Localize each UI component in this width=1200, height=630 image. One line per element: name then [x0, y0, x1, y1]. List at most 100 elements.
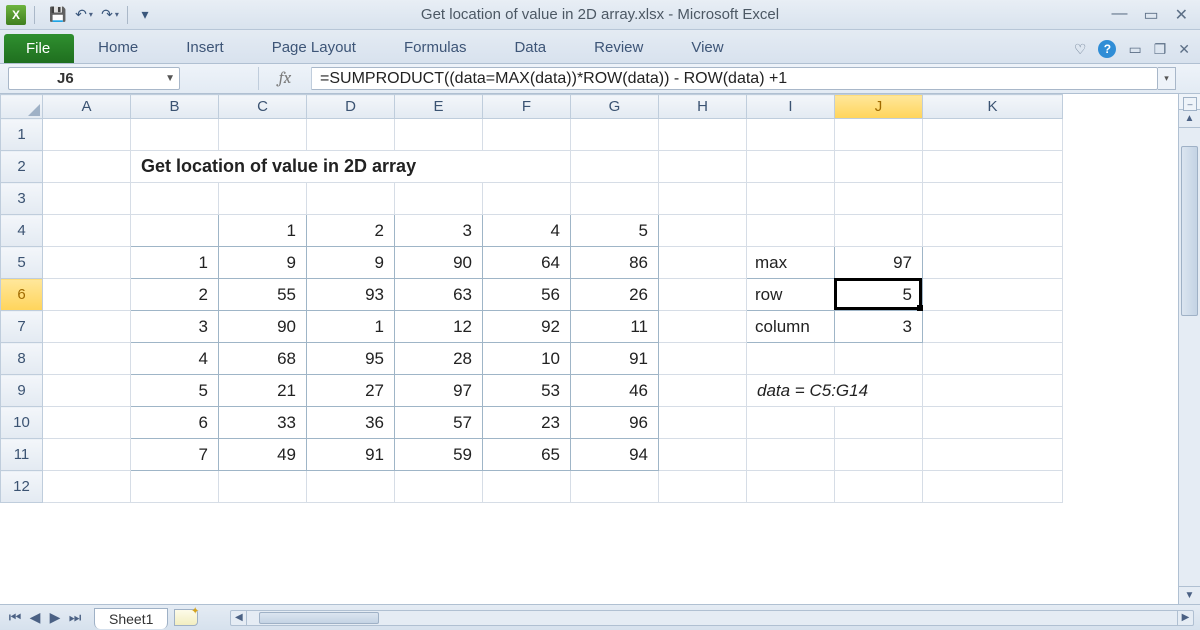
cell-A2[interactable] — [43, 151, 131, 183]
cell-F11[interactable]: 65 — [483, 439, 571, 471]
cell-J10[interactable] — [835, 407, 923, 439]
cell-C4[interactable]: 1 — [219, 215, 307, 247]
cell-E12[interactable] — [395, 471, 483, 503]
cell-H4[interactable] — [659, 215, 747, 247]
cell-H12[interactable] — [659, 471, 747, 503]
scroll-right-button[interactable]: ▶ — [1177, 611, 1193, 625]
cell-J12[interactable] — [835, 471, 923, 503]
cell-B2[interactable]: Get location of value in 2D array — [131, 151, 571, 183]
sheet-nav-prev[interactable]: ◀ — [26, 609, 44, 626]
cell-K12[interactable] — [923, 471, 1063, 503]
cell-D11[interactable]: 91 — [307, 439, 395, 471]
tab-review[interactable]: Review — [570, 32, 667, 63]
cell-B10[interactable]: 6 — [131, 407, 219, 439]
cell-J6[interactable]: 5 — [835, 279, 923, 311]
column-header-D[interactable]: D — [307, 95, 395, 119]
cell-B8[interactable]: 4 — [131, 343, 219, 375]
cell-I7[interactable]: column — [747, 311, 835, 343]
cell-J8[interactable] — [835, 343, 923, 375]
cell-G11[interactable]: 94 — [571, 439, 659, 471]
file-tab[interactable]: File — [4, 34, 74, 63]
cell-A12[interactable] — [43, 471, 131, 503]
row-header-1[interactable]: 1 — [1, 119, 43, 151]
cell-A7[interactable] — [43, 311, 131, 343]
sheet-nav-last[interactable]: ⏭ — [66, 609, 84, 626]
cell-H3[interactable] — [659, 183, 747, 215]
cell-E8[interactable]: 28 — [395, 343, 483, 375]
sheet-tab-active[interactable]: Sheet1 — [94, 608, 168, 629]
cell-B7[interactable]: 3 — [131, 311, 219, 343]
cell-D12[interactable] — [307, 471, 395, 503]
cell-K7[interactable] — [923, 311, 1063, 343]
cell-F10[interactable]: 23 — [483, 407, 571, 439]
cell-B6[interactable]: 2 — [131, 279, 219, 311]
formula-bar-expand-button[interactable]: ▾ — [1158, 67, 1176, 90]
cell-B3[interactable] — [131, 183, 219, 215]
cell-F8[interactable]: 10 — [483, 343, 571, 375]
cell-F1[interactable] — [483, 119, 571, 151]
name-box[interactable]: J6 ▼ — [8, 67, 180, 90]
row-header-6[interactable]: 6 — [1, 279, 43, 311]
cell-H6[interactable] — [659, 279, 747, 311]
tab-page-layout[interactable]: Page Layout — [248, 32, 380, 63]
column-header-I[interactable]: I — [747, 95, 835, 119]
cell-D7[interactable]: 1 — [307, 311, 395, 343]
cell-G5[interactable]: 86 — [571, 247, 659, 279]
cell-K8[interactable] — [923, 343, 1063, 375]
cell-B1[interactable] — [131, 119, 219, 151]
cell-F5[interactable]: 64 — [483, 247, 571, 279]
cell-C6[interactable]: 55 — [219, 279, 307, 311]
cell-G12[interactable] — [571, 471, 659, 503]
cell-E7[interactable]: 12 — [395, 311, 483, 343]
column-header-J[interactable]: J — [835, 95, 923, 119]
row-header-5[interactable]: 5 — [1, 247, 43, 279]
cell-C12[interactable] — [219, 471, 307, 503]
cell-D5[interactable]: 9 — [307, 247, 395, 279]
cell-G3[interactable] — [571, 183, 659, 215]
mdi-restore-button[interactable]: ❐ — [1154, 41, 1167, 58]
cell-D9[interactable]: 27 — [307, 375, 395, 407]
tab-data[interactable]: Data — [490, 32, 570, 63]
tab-home[interactable]: Home — [74, 32, 162, 63]
cell-A10[interactable] — [43, 407, 131, 439]
cell-I11[interactable] — [747, 439, 835, 471]
cell-J2[interactable] — [835, 151, 923, 183]
cell-A5[interactable] — [43, 247, 131, 279]
formula-input[interactable]: =SUMPRODUCT((data=MAX(data))*ROW(data)) … — [312, 67, 1158, 90]
row-header-4[interactable]: 4 — [1, 215, 43, 247]
cell-G6[interactable]: 26 — [571, 279, 659, 311]
window-minimize-button[interactable]: — — [1111, 5, 1127, 25]
cell-I10[interactable] — [747, 407, 835, 439]
cell-C7[interactable]: 90 — [219, 311, 307, 343]
vertical-scrollbar[interactable]: ▲ ▼ — [1178, 94, 1200, 604]
mdi-close-button[interactable]: ✕ — [1178, 41, 1190, 58]
cell-I5[interactable]: max — [747, 247, 835, 279]
help-button[interactable]: ? — [1098, 40, 1116, 58]
name-box-dropdown-icon[interactable]: ▼ — [165, 73, 175, 84]
column-header-A[interactable]: A — [43, 95, 131, 119]
cell-G2[interactable] — [571, 151, 659, 183]
sheet-nav-first[interactable]: ⏮ — [6, 609, 24, 626]
scroll-down-button[interactable]: ▼ — [1179, 586, 1200, 604]
cell-E10[interactable]: 57 — [395, 407, 483, 439]
cell-K2[interactable] — [923, 151, 1063, 183]
fx-icon[interactable]: fx — [258, 67, 312, 90]
cell-F9[interactable]: 53 — [483, 375, 571, 407]
tab-insert[interactable]: Insert — [162, 32, 248, 63]
cell-H7[interactable] — [659, 311, 747, 343]
cell-D1[interactable] — [307, 119, 395, 151]
column-header-B[interactable]: B — [131, 95, 219, 119]
cell-A3[interactable] — [43, 183, 131, 215]
cell-H10[interactable] — [659, 407, 747, 439]
column-header-G[interactable]: G — [571, 95, 659, 119]
tab-formulas[interactable]: Formulas — [380, 32, 491, 63]
cell-K4[interactable] — [923, 215, 1063, 247]
cell-D6[interactable]: 93 — [307, 279, 395, 311]
cell-I1[interactable] — [747, 119, 835, 151]
cell-B9[interactable]: 5 — [131, 375, 219, 407]
cell-G8[interactable]: 91 — [571, 343, 659, 375]
cell-K5[interactable] — [923, 247, 1063, 279]
new-sheet-button[interactable] — [174, 609, 198, 626]
cell-H1[interactable] — [659, 119, 747, 151]
cell-C8[interactable]: 68 — [219, 343, 307, 375]
